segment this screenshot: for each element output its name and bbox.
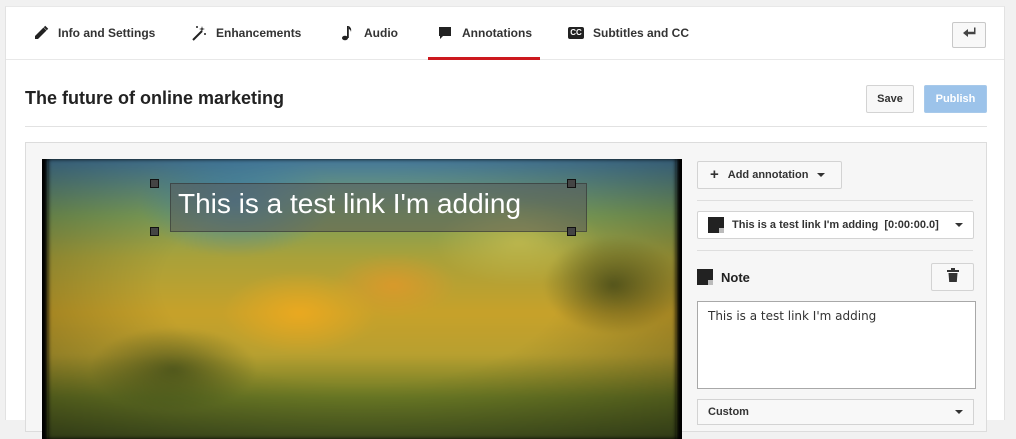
back-button[interactable] bbox=[952, 22, 986, 48]
resize-handle-bottom-right[interactable] bbox=[567, 227, 576, 236]
title-divider bbox=[25, 126, 987, 127]
plus-icon: + bbox=[710, 166, 719, 183]
tab-label: Info and Settings bbox=[58, 26, 156, 40]
add-annotation-button[interactable]: + Add annotation bbox=[697, 161, 842, 189]
resize-handle-top-left[interactable] bbox=[150, 179, 159, 188]
trash-icon bbox=[946, 267, 960, 288]
delete-annotation-button[interactable] bbox=[931, 263, 974, 291]
sidebar-divider bbox=[697, 200, 973, 201]
tab-bar: Info and Settings Enhancements Audio Ann… bbox=[6, 7, 1004, 60]
add-annotation-label: Add annotation bbox=[727, 169, 809, 181]
note-icon bbox=[708, 217, 724, 233]
tab-label: Audio bbox=[364, 26, 398, 40]
annotation-type-text: Note bbox=[721, 269, 750, 285]
tab-subtitles-and-cc[interactable]: CC Subtitles and CC bbox=[567, 7, 689, 59]
pencil-icon bbox=[32, 24, 50, 42]
tab-label: Enhancements bbox=[216, 26, 302, 40]
note-icon bbox=[697, 269, 713, 285]
video-preview[interactable]: This is a test link I'm adding bbox=[42, 159, 682, 439]
annotation-text-input[interactable]: This is a test link I'm adding bbox=[697, 301, 976, 389]
cc-icon: CC bbox=[567, 24, 585, 42]
resize-handle-top-right[interactable] bbox=[567, 179, 576, 188]
chevron-down-icon bbox=[955, 410, 963, 414]
editor-card: Info and Settings Enhancements Audio Ann… bbox=[5, 6, 1005, 439]
annotation-type-label: Note bbox=[697, 269, 750, 285]
page-title: The future of online marketing bbox=[25, 88, 285, 108]
publish-button[interactable]: Publish bbox=[924, 85, 987, 113]
annotation-editor-panel: This is a test link I'm adding + Add ann… bbox=[25, 142, 987, 439]
chevron-down-icon bbox=[955, 223, 963, 227]
music-note-icon bbox=[338, 24, 356, 42]
annotation-selector[interactable]: This is a test link I'm adding [0:00:00.… bbox=[697, 211, 974, 239]
tab-label: Annotations bbox=[462, 26, 532, 40]
tab-enhancements[interactable]: Enhancements bbox=[190, 7, 301, 59]
annotation-overlay-text: This is a test link I'm adding bbox=[178, 188, 522, 219]
speech-bubble-icon bbox=[436, 24, 454, 42]
sidebar-divider bbox=[697, 250, 973, 251]
style-select-value: Custom bbox=[708, 406, 749, 418]
annotation-overlay[interactable]: This is a test link I'm adding bbox=[170, 183, 587, 232]
tab-audio[interactable]: Audio bbox=[338, 7, 398, 59]
tab-info-and-settings[interactable]: Info and Settings bbox=[32, 7, 155, 59]
cc-badge: CC bbox=[568, 27, 584, 39]
tab-annotations[interactable]: Annotations bbox=[428, 7, 540, 60]
back-arrow-icon bbox=[962, 26, 976, 44]
annotation-selector-label: This is a test link I'm adding [0:00:00.… bbox=[732, 219, 939, 231]
chevron-down-icon bbox=[817, 173, 826, 177]
save-button[interactable]: Save bbox=[866, 85, 914, 113]
magic-wand-icon bbox=[190, 24, 208, 42]
tab-label: Subtitles and CC bbox=[593, 26, 690, 40]
style-select[interactable]: Custom bbox=[697, 399, 974, 425]
resize-handle-bottom-left[interactable] bbox=[150, 227, 159, 236]
